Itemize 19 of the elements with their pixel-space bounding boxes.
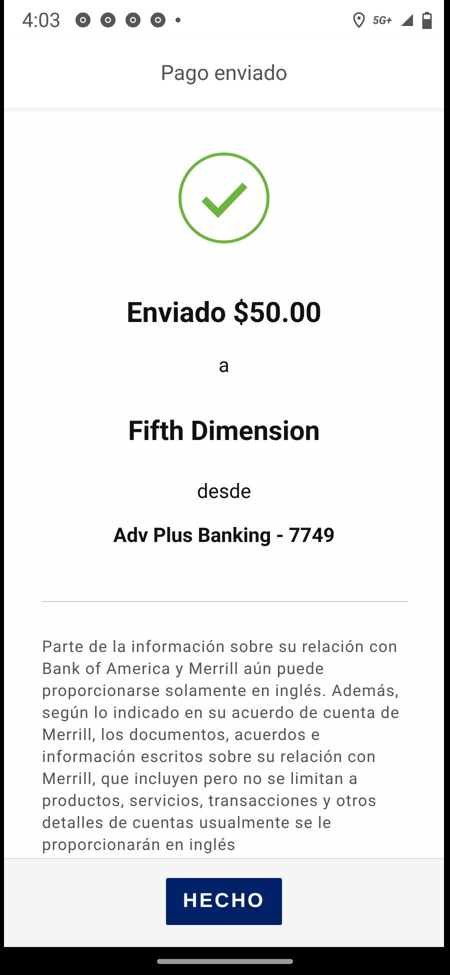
browser-icon	[150, 12, 166, 28]
browser-icon	[74, 12, 91, 28]
recipient-name: Fifth Dimension	[128, 415, 320, 447]
network-type: 5G+	[372, 14, 392, 26]
amount-sent: Enviado $50.00	[126, 296, 322, 329]
battery-icon	[422, 12, 432, 28]
more-notifications-icon	[174, 17, 181, 23]
browser-icon	[124, 12, 141, 28]
location-icon	[352, 12, 365, 28]
source-account: Adv Plus Banking - 7749	[113, 523, 335, 547]
home-indicator[interactable]	[157, 958, 293, 964]
clock-time: 4:03	[22, 8, 61, 32]
connector-word: desde	[196, 479, 252, 503]
connector-word: a	[218, 353, 230, 377]
done-button[interactable]: HECHO	[166, 878, 282, 925]
screen-title: Pago enviado	[160, 62, 288, 86]
signal-icon	[400, 13, 414, 27]
browser-icon	[100, 12, 116, 28]
disclaimer-paragraph: Parte de la información sobre su relación con Bank of America y Merrill aún puede proporcionarse solamente en inglés. Además, según lo indicado en su acuerdo de cuenta de Merrill, los documentos, acuerdos e información escritos sobre su relación con Merrill, que incluyen pero no se limitan a productos, servicios, transacciones y otros detalles de cuentas usualmente se le proporcionarán en inglés	[42, 636, 400, 856]
